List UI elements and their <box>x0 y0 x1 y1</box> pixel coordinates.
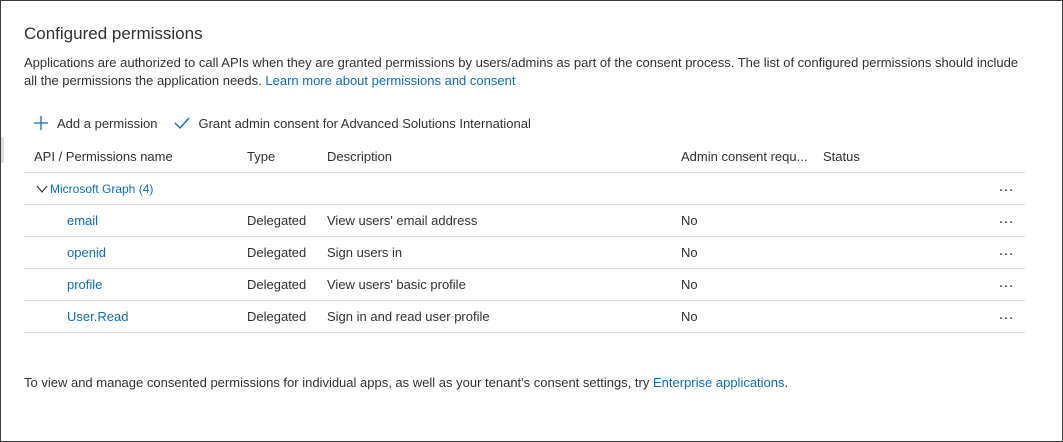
group-row: Microsoft Graph (4) … <box>24 173 1025 205</box>
permission-link-profile[interactable]: profile <box>67 269 102 300</box>
permission-description: Sign in and read user profile <box>327 309 490 324</box>
table-row: User.Read Delegated Sign in and read use… <box>24 301 1025 333</box>
more-options-icon[interactable]: … <box>998 237 1015 268</box>
table-row: openid Delegated Sign users in No … <box>24 237 1025 269</box>
checkmark-icon <box>173 114 191 132</box>
section-title: Configured permissions <box>24 24 203 43</box>
table-row: email Delegated View users' email addres… <box>24 205 1025 237</box>
permission-type: Delegated <box>247 245 307 260</box>
permission-type: Delegated <box>247 277 307 292</box>
divider <box>1 137 4 163</box>
permission-type: Delegated <box>247 213 307 228</box>
plus-icon <box>32 114 50 132</box>
intro-paragraph: Applications are authorized to call APIs… <box>24 54 1024 90</box>
header-description[interactable]: Description <box>327 141 392 172</box>
chevron-down-icon <box>35 182 49 196</box>
enterprise-applications-link[interactable]: Enterprise applications <box>653 375 785 390</box>
group-label: Microsoft Graph (4) <box>50 181 154 196</box>
more-options-icon[interactable]: … <box>998 173 1015 204</box>
permission-description: View users' email address <box>327 213 478 228</box>
table-row: profile Delegated View users' basic prof… <box>24 269 1025 301</box>
permission-description: View users' basic profile <box>327 277 466 292</box>
learn-more-link[interactable]: Learn more about permissions and consent <box>265 73 515 88</box>
permission-link-user-read[interactable]: User.Read <box>67 301 128 332</box>
more-options-icon[interactable]: … <box>998 301 1015 332</box>
toolbar: Add a permission Grant admin consent for… <box>32 111 547 135</box>
admin-consent-value: No <box>681 245 698 260</box>
more-options-icon[interactable]: … <box>998 205 1015 236</box>
permission-link-openid[interactable]: openid <box>67 237 106 268</box>
footer-note: To view and manage consented permissions… <box>24 375 788 390</box>
footer-text: To view and manage consented permissions… <box>24 375 650 390</box>
admin-consent-value: No <box>681 277 698 292</box>
header-status[interactable]: Status <box>823 141 860 172</box>
group-toggle-microsoft-graph[interactable]: Microsoft Graph (4) <box>35 173 153 204</box>
more-options-icon[interactable]: … <box>998 269 1015 300</box>
header-api[interactable]: API / Permissions name <box>34 141 173 172</box>
header-type[interactable]: Type <box>247 141 275 172</box>
permission-description: Sign users in <box>327 245 403 260</box>
permission-link-email[interactable]: email <box>67 205 98 236</box>
intro-text: Applications are authorized to call APIs… <box>24 55 1019 88</box>
admin-consent-value: No <box>681 309 698 324</box>
grant-admin-consent-label: Grant admin consent for Advanced Solutio… <box>198 115 531 131</box>
footer-suffix: . <box>784 375 789 390</box>
admin-consent-value: No <box>681 213 698 228</box>
permissions-panel: Configured permissions Applications are … <box>0 0 1063 442</box>
permissions-table: API / Permissions name Type Description … <box>24 141 1025 333</box>
add-permission-button[interactable]: Add a permission <box>32 114 157 132</box>
table-header: API / Permissions name Type Description … <box>24 141 1025 173</box>
permission-type: Delegated <box>247 309 307 324</box>
grant-admin-consent-button[interactable]: Grant admin consent for Advanced Solutio… <box>173 114 531 132</box>
header-admin-consent[interactable]: Admin consent requ... <box>681 141 807 172</box>
add-permission-label: Add a permission <box>57 115 158 131</box>
